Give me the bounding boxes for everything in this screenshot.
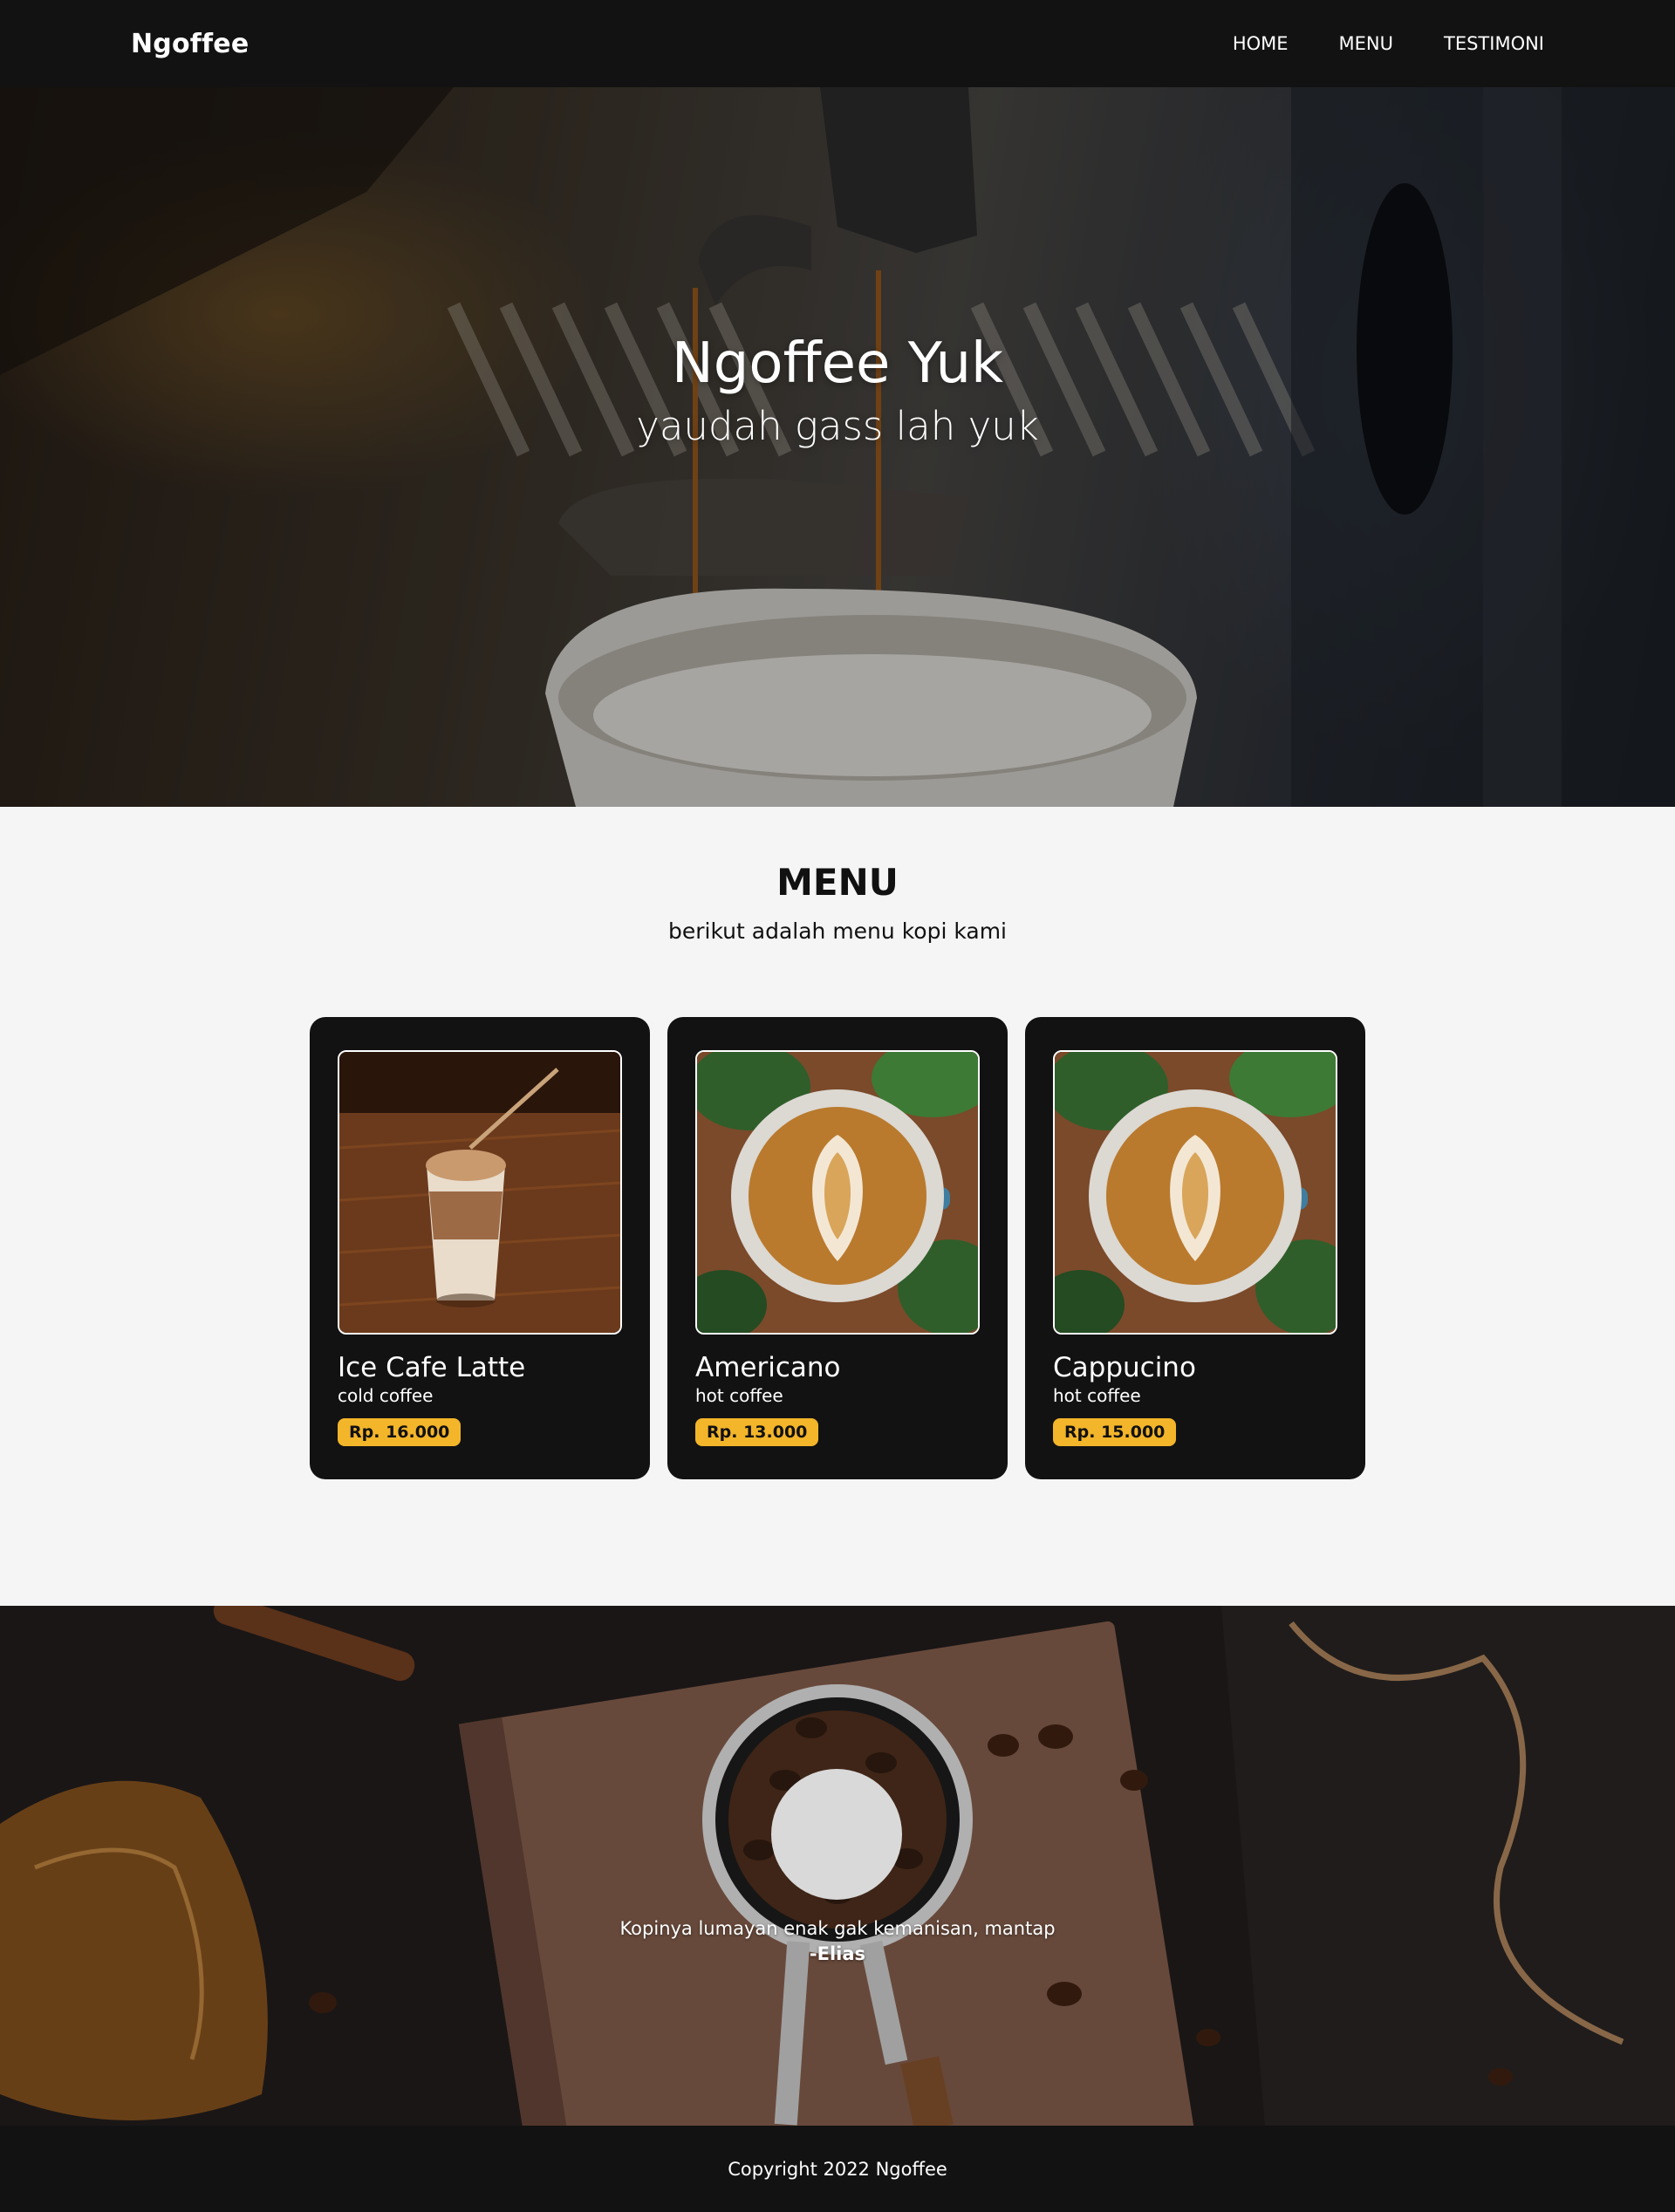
hero-subtitle: yaudah gass lah yuk: [636, 403, 1039, 449]
menu-cards: Ice Cafe Latte cold coffee Rp. 16.000 Am…: [310, 1017, 1365, 1479]
copyright-text: Copyright 2022 Ngoffee: [728, 2158, 947, 2180]
avatar: [771, 1769, 902, 1900]
card-description: hot coffee: [1053, 1385, 1141, 1406]
menu-heading: MENU: [776, 861, 899, 904]
brand-logo[interactable]: Ngoffee: [131, 29, 249, 59]
nav-link-menu[interactable]: MENU: [1339, 33, 1393, 54]
price-badge: Rp. 13.000: [695, 1418, 819, 1446]
card-description: hot coffee: [695, 1385, 783, 1406]
card-name: Americano: [695, 1352, 841, 1383]
navbar: Ngoffee HOME MENU TESTIMONI: [0, 0, 1675, 87]
menu-card-americano[interactable]: Americano hot coffee Rp. 13.000: [667, 1017, 1008, 1479]
americano-image: [695, 1050, 980, 1335]
card-name: Cappucino: [1053, 1352, 1196, 1383]
cappucino-image: [1053, 1050, 1337, 1335]
nav-link-home[interactable]: HOME: [1233, 33, 1289, 54]
nav-link-testimoni[interactable]: TESTIMONI: [1444, 33, 1544, 54]
hero-title: Ngoffee Yuk: [671, 331, 1004, 396]
menu-section: MENU berikut adalah menu kopi kami Ice C…: [0, 807, 1675, 1606]
price-badge: Rp. 15.000: [1053, 1418, 1177, 1446]
menu-card-ice-cafe-latte[interactable]: Ice Cafe Latte cold coffee Rp. 16.000: [310, 1017, 650, 1479]
testimonial-quote: Kopinya lumayan enak gak kemanisan, mant…: [619, 1918, 1056, 1939]
testimonial-author: -Elias: [809, 1943, 866, 1964]
hero-text: Ngoffee Yuk yaudah gass lah yuk: [0, 331, 1675, 449]
hero-section: Ngoffee Yuk yaudah gass lah yuk: [0, 87, 1675, 807]
price-badge: Rp. 16.000: [338, 1418, 461, 1446]
nav-links: HOME MENU TESTIMONI: [1233, 33, 1544, 54]
menu-subheading: berikut adalah menu kopi kami: [667, 918, 1007, 944]
card-name: Ice Cafe Latte: [338, 1352, 526, 1383]
menu-card-cappucino[interactable]: Cappucino hot coffee Rp. 15.000: [1025, 1017, 1365, 1479]
ice-cafe-latte-image: [338, 1050, 622, 1335]
testimoni-section: Kopinya lumayan enak gak kemanisan, mant…: [0, 1606, 1675, 2126]
footer: Copyright 2022 Ngoffee: [0, 2126, 1675, 2212]
card-description: cold coffee: [338, 1385, 434, 1406]
